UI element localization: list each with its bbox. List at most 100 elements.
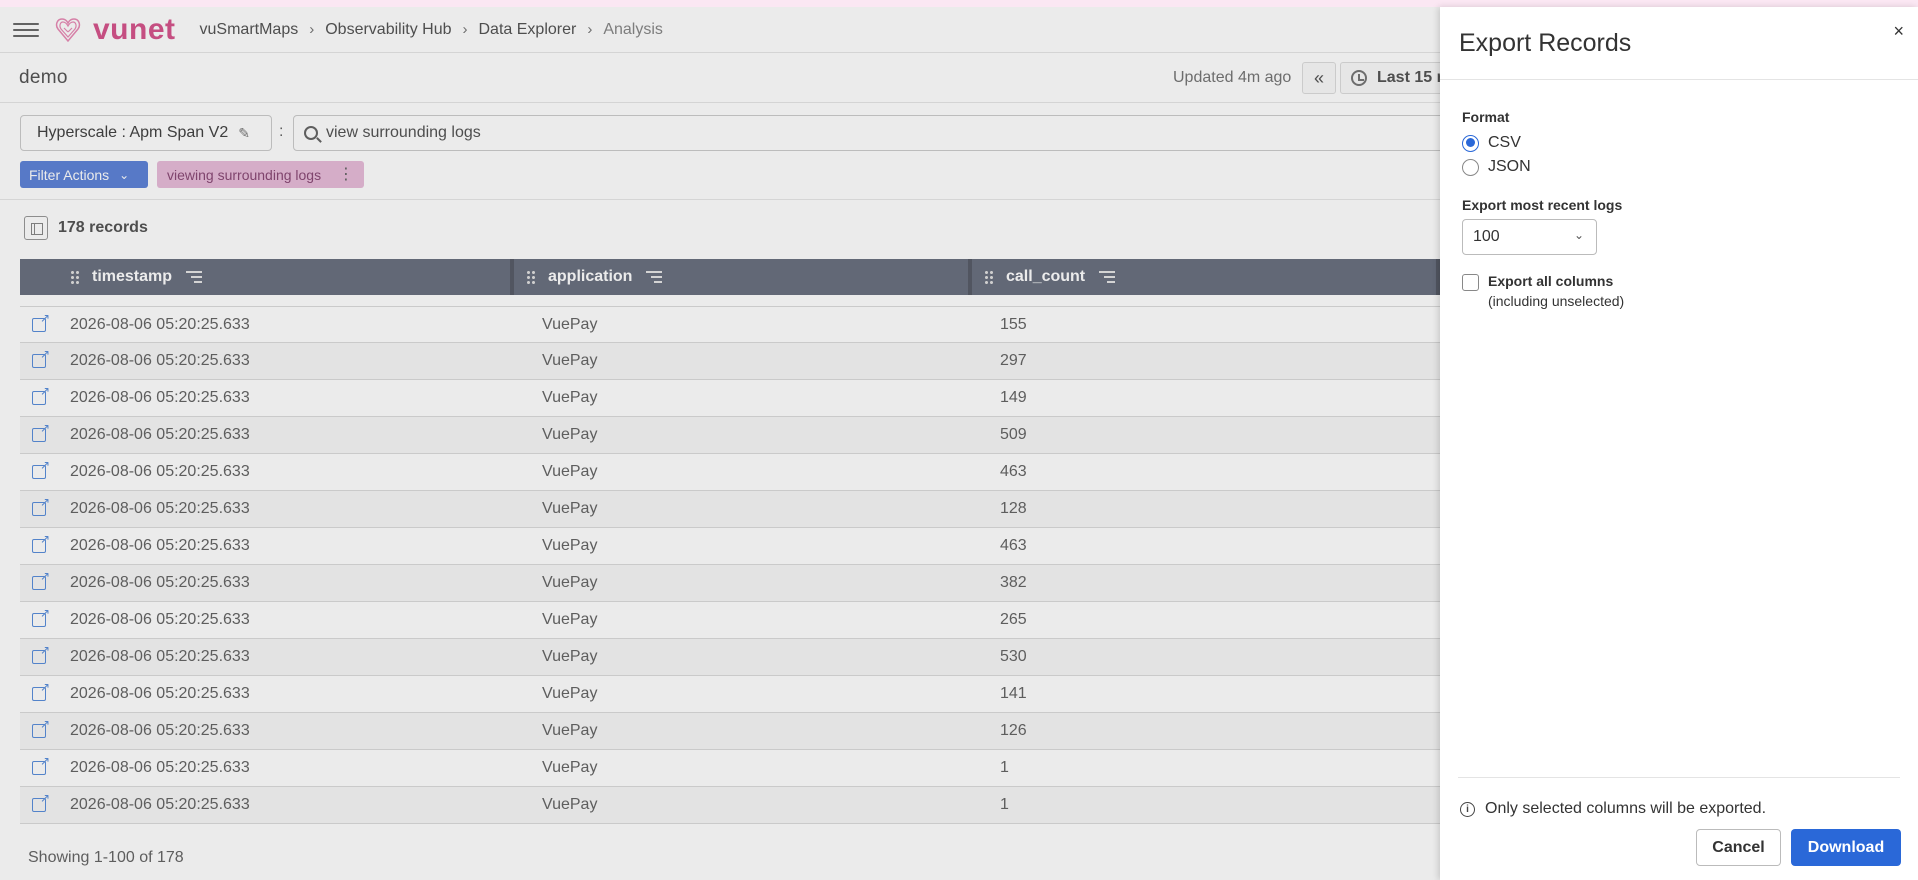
export-all-columns-checkbox[interactable] <box>1462 274 1479 291</box>
open-record-link[interactable] <box>20 312 70 332</box>
close-icon[interactable]: × <box>1893 21 1904 42</box>
filter-chip[interactable]: viewing surrounding logs ⋮ <box>157 161 364 188</box>
external-link-icon[interactable] <box>32 385 50 405</box>
chevron-right-icon: › <box>309 21 315 38</box>
open-record-link[interactable] <box>20 570 70 590</box>
table-row: 2026-08-06 05:20:25.633 VuePay 297 <box>20 343 1440 380</box>
table-row: 2026-08-06 05:20:25.633 VuePay 463 <box>20 454 1440 491</box>
cell-timestamp: 2026-08-06 05:20:25.633 <box>70 685 250 702</box>
breadcrumb-item-vusmartmaps[interactable]: vuSmartMaps <box>200 21 299 39</box>
table-row: 2026-08-06 05:20:25.633 VuePay 126 <box>20 713 1440 750</box>
column-header-call-count[interactable]: call_count <box>972 259 1440 295</box>
breadcrumb: vuSmartMaps › Observability Hub › Data E… <box>200 21 663 39</box>
index-selector[interactable]: Hyperscale : Apm Span V2 ✎ <box>20 115 272 151</box>
drag-handle-icon[interactable] <box>526 270 536 284</box>
external-link-icon[interactable] <box>32 607 50 627</box>
records-count: 178 records <box>58 218 148 236</box>
open-record-link[interactable] <box>20 385 70 405</box>
cell-call-count: 141 <box>1000 685 1027 702</box>
select-value: 100 <box>1473 228 1500 245</box>
filter-actions-button[interactable]: Filter Actions ⌄ <box>20 161 148 188</box>
logo[interactable]: vunet <box>55 13 176 47</box>
search-box[interactable] <box>293 115 1493 151</box>
table-row: 2026-08-06 05:20:25.633 VuePay 382 <box>20 565 1440 602</box>
cell-timestamp: 2026-08-06 05:20:25.633 <box>70 611 250 628</box>
filter-chip-label: viewing surrounding logs <box>167 166 322 183</box>
hamburger-menu-icon[interactable] <box>13 20 39 40</box>
top-accent-bar <box>0 0 1918 7</box>
column-title: application <box>548 268 633 285</box>
cell-application: VuePay <box>542 611 598 628</box>
open-record-link[interactable] <box>20 644 70 664</box>
cell-call-count: 265 <box>1000 611 1027 628</box>
external-link-icon[interactable] <box>32 348 50 368</box>
export-all-columns-option[interactable]: Export all columns (including unselected… <box>1462 273 1896 309</box>
cell-timestamp: 2026-08-06 05:20:25.633 <box>70 648 250 665</box>
search-input[interactable] <box>326 124 926 142</box>
brand-name: vunet <box>93 12 176 46</box>
column-header-application[interactable]: application <box>514 259 972 295</box>
drag-handle-icon[interactable] <box>70 270 80 284</box>
pencil-edit-icon[interactable]: ✎ <box>238 125 250 142</box>
external-link-icon[interactable] <box>32 533 50 553</box>
time-range-label: Last 15 r <box>1377 69 1443 86</box>
table-row: 2026-08-06 05:20:25.633 VuePay 463 <box>20 528 1440 565</box>
open-record-link[interactable] <box>20 755 70 775</box>
cell-timestamp: 2026-08-06 05:20:25.633 <box>70 722 250 739</box>
table-row: 2026-08-06 05:20:25.633 VuePay 128 <box>20 491 1440 528</box>
page-title: demo <box>19 66 68 88</box>
external-link-icon[interactable] <box>32 755 50 775</box>
breadcrumb-item-data-explorer[interactable]: Data Explorer <box>479 21 577 39</box>
sort-icon[interactable] <box>186 271 203 283</box>
external-link-icon[interactable] <box>32 570 50 590</box>
external-link-icon[interactable] <box>32 422 50 442</box>
table-row: 2026-08-06 05:20:25.633 VuePay 509 <box>20 417 1440 454</box>
breadcrumb-item-observability-hub[interactable]: Observability Hub <box>325 21 451 39</box>
recent-logs-label: Export most recent logs <box>1462 197 1623 213</box>
radio-json[interactable] <box>1462 158 1479 176</box>
format-option-csv[interactable]: CSV <box>1462 131 1896 155</box>
open-record-link[interactable] <box>20 422 70 442</box>
external-link-icon[interactable] <box>32 459 50 479</box>
cell-application: VuePay <box>542 574 598 591</box>
open-record-link[interactable] <box>20 792 70 812</box>
open-record-link[interactable] <box>20 533 70 553</box>
external-link-icon[interactable] <box>32 681 50 701</box>
radio-csv[interactable] <box>1462 134 1479 152</box>
cell-application: VuePay <box>542 389 598 406</box>
external-link-icon[interactable] <box>32 718 50 738</box>
open-record-link[interactable] <box>20 718 70 738</box>
collapse-left-button[interactable]: « <box>1302 62 1336 94</box>
double-chevron-left-icon: « <box>1313 67 1324 88</box>
drawer-body: Format CSV JSON Export most recent logs … <box>1440 80 1918 309</box>
open-record-link[interactable] <box>20 607 70 627</box>
external-link-icon[interactable] <box>32 792 50 812</box>
open-record-link[interactable] <box>20 348 70 368</box>
chevron-right-icon: › <box>587 21 593 38</box>
sort-icon[interactable] <box>646 271 663 283</box>
cell-call-count: 155 <box>1000 315 1027 333</box>
open-record-link[interactable] <box>20 459 70 479</box>
open-record-link[interactable] <box>20 496 70 516</box>
external-link-icon[interactable] <box>32 644 50 664</box>
cell-application: VuePay <box>542 315 598 333</box>
download-button[interactable]: Download <box>1791 829 1901 866</box>
table-row: 2026-08-06 05:20:25.633 VuePay 530 <box>20 639 1440 676</box>
export-note: i Only selected columns will be exported… <box>1460 800 1766 818</box>
recent-logs-select[interactable]: 100 ⌄ <box>1462 219 1597 255</box>
sort-icon[interactable] <box>1099 271 1116 283</box>
external-link-icon[interactable] <box>32 496 50 516</box>
drag-handle-icon[interactable] <box>984 270 994 284</box>
cancel-button[interactable]: Cancel <box>1696 829 1781 866</box>
more-vertical-icon[interactable]: ⋮ <box>338 164 354 184</box>
cell-application: VuePay <box>542 685 598 702</box>
external-link-icon[interactable] <box>32 312 50 332</box>
column-header-timestamp[interactable]: timestamp <box>20 259 514 295</box>
open-record-link[interactable] <box>20 681 70 701</box>
cell-call-count: 128 <box>1000 500 1027 517</box>
cell-call-count: 530 <box>1000 648 1027 665</box>
panel-toggle-icon[interactable] <box>24 215 48 240</box>
table-row: 2026-08-06 05:20:25.633 VuePay 1 <box>20 787 1440 824</box>
cell-timestamp: 2026-08-06 05:20:25.633 <box>70 389 250 406</box>
format-option-json[interactable]: JSON <box>1462 155 1896 179</box>
